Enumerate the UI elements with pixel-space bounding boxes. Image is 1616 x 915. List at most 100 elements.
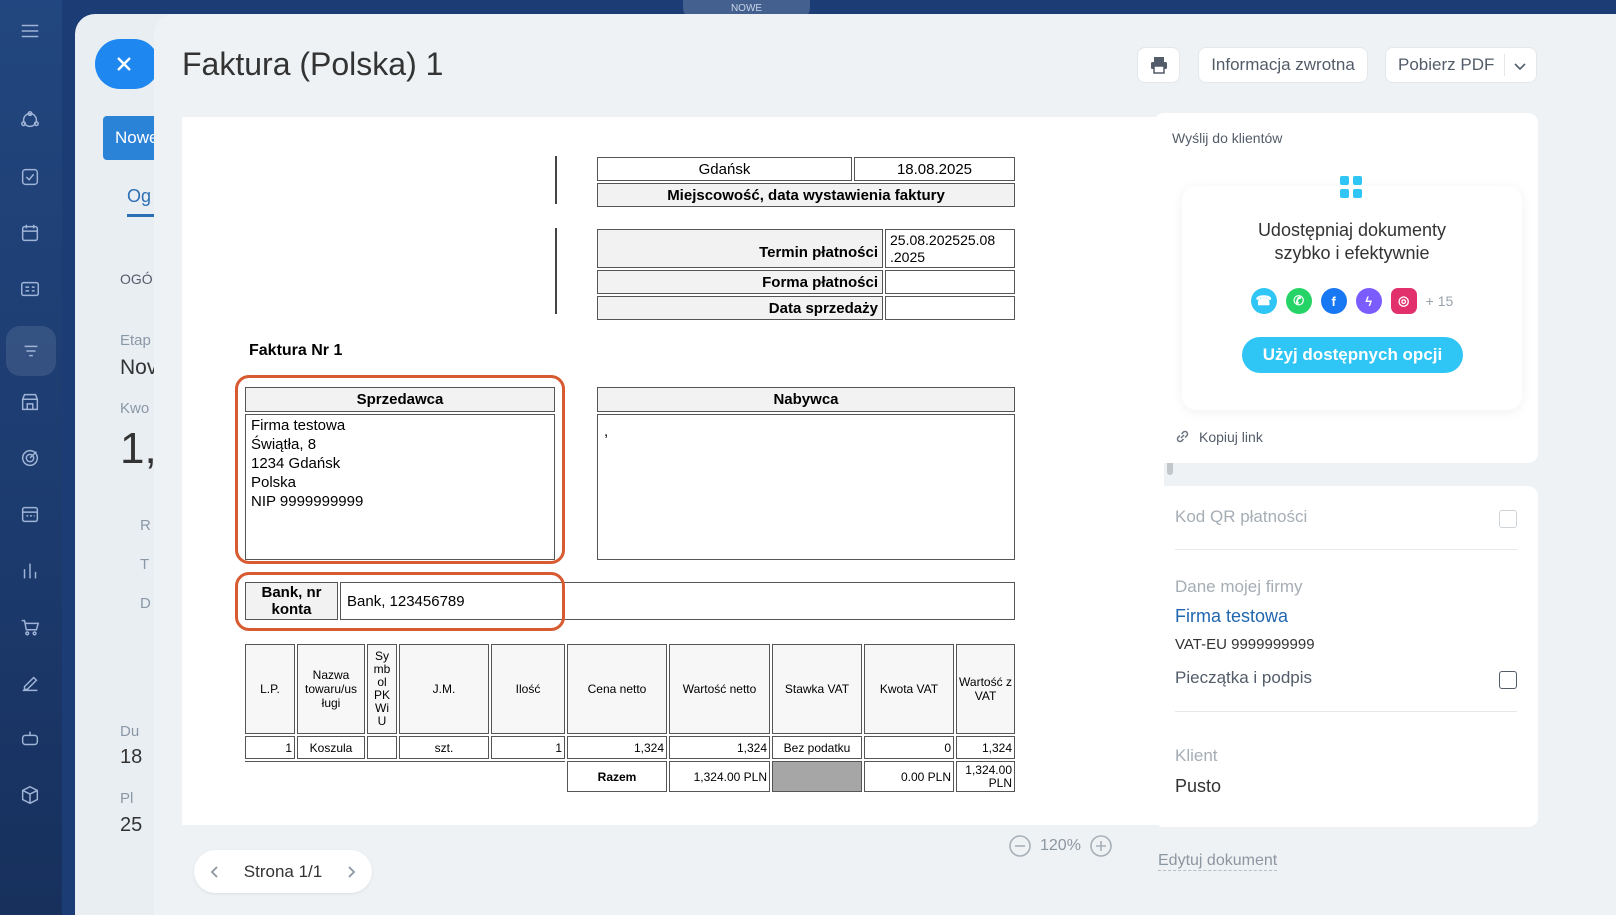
calendar-icon[interactable] xyxy=(17,220,43,246)
totals-row: Razem 1,324.00 PLN 0.00 PLN 1,324.00 PLN xyxy=(245,761,1015,792)
buyer-label: Nabywca xyxy=(597,387,1015,412)
due-value: 25.08.202525.08.2025 xyxy=(885,229,1015,268)
share-headline: Udostępniaj dokumenty szybko i efektywnie xyxy=(1257,220,1447,263)
total-gross: 1,324.00 PLN xyxy=(956,761,1015,792)
stamp-checkbox[interactable] xyxy=(1499,671,1517,689)
zoom-in-icon[interactable] xyxy=(1089,834,1113,858)
header-unit: J.M. xyxy=(399,644,489,734)
page-title: Faktura (Polska) 1 xyxy=(182,46,444,82)
total-vat-rate xyxy=(772,761,862,792)
bg-text: R xyxy=(140,517,151,534)
close-icon xyxy=(117,57,131,71)
robot-icon[interactable] xyxy=(17,726,43,752)
items-header-row: L.P. Nazwa towaru/us ługi Sy mb ol PK Wi U J.M.… xyxy=(245,644,1015,734)
qr-label: Kod QR płatności xyxy=(1175,507,1308,526)
sale-date-value xyxy=(885,296,1015,320)
share-promo: Udostępniaj dokumenty szybko i efektywnie… xyxy=(1182,176,1522,410)
whatsapp-icon[interactable]: ✆ xyxy=(1285,288,1312,314)
chevron-down-icon[interactable] xyxy=(1513,59,1527,73)
company-label: Dane mojej firmy xyxy=(1175,577,1303,596)
buyer-table: Nabywca , xyxy=(595,385,1017,562)
cell-unit: szt. xyxy=(399,736,489,759)
close-button[interactable] xyxy=(95,39,159,89)
vertical-line xyxy=(555,156,557,204)
send-title: Wyślij do klientów xyxy=(1172,130,1283,146)
bg-text: D xyxy=(140,595,151,612)
sale-date-label: Data sprzedaży xyxy=(597,296,883,320)
page-navigator: Strona 1/1 xyxy=(194,850,372,893)
place-date-label: Miejscowość, data wystawienia faktury xyxy=(597,183,1015,207)
facebook-icon[interactable]: f xyxy=(1320,288,1347,314)
section-label: OGÓ xyxy=(120,271,153,287)
table-row: 1 Koszula szt. 1 1,324 1,324 Bez podatku… xyxy=(245,736,1015,759)
chevron-left-icon[interactable] xyxy=(208,865,222,879)
issue-date: 18.08.2025 xyxy=(854,157,1015,181)
company-vat: VAT-EU 9999999999 xyxy=(1175,636,1315,653)
stamp-label: Pieczątka i podpis xyxy=(1175,668,1313,687)
feedback-button[interactable]: Informacja zwrotna xyxy=(1198,47,1368,83)
invoice-number: Faktura Nr 1 xyxy=(249,342,343,359)
buyer-details: , xyxy=(597,414,1015,560)
tab-overview[interactable]: Og xyxy=(127,186,151,207)
bg-text: 18 xyxy=(120,746,143,768)
cube-icon[interactable] xyxy=(17,782,43,808)
cell-gross: 1,324 xyxy=(956,736,1015,759)
store-icon[interactable] xyxy=(17,389,43,415)
target-icon[interactable] xyxy=(17,445,43,471)
bg-text: Pl xyxy=(120,790,134,807)
bg-text: 25 xyxy=(120,814,143,836)
messenger-list: ☎ ✆ f ϟ ◎ + 15 xyxy=(1182,288,1522,314)
page-indicator: Strona 1/1 xyxy=(243,861,323,881)
document-preview[interactable]: Gdańsk 18.08.2025 Miejscowość, data wyst… xyxy=(182,117,1164,825)
download-pdf-button[interactable]: Pobierz PDF xyxy=(1385,47,1537,83)
viber-icon[interactable]: ☎ xyxy=(1250,288,1277,314)
menu-icon[interactable] xyxy=(17,18,43,44)
tab-underline xyxy=(127,214,157,217)
qr-checkbox[interactable] xyxy=(1499,510,1517,528)
download-pdf-label: Pobierz PDF xyxy=(1398,55,1495,74)
client-label: Klient xyxy=(1175,746,1218,765)
filter-icon[interactable] xyxy=(6,326,56,376)
bg-text: T xyxy=(140,556,150,573)
print-button[interactable] xyxy=(1137,47,1180,83)
divider xyxy=(1504,54,1505,76)
messenger-icon[interactable]: ϟ xyxy=(1355,288,1382,314)
client-value: Pusto xyxy=(1175,776,1222,796)
place: Gdańsk xyxy=(597,157,852,181)
schedule-icon[interactable] xyxy=(17,501,43,527)
sign-icon[interactable] xyxy=(17,670,43,696)
contacts-icon[interactable] xyxy=(17,276,43,302)
copy-link[interactable]: Kopiuj link xyxy=(1174,428,1263,445)
header-vat-rate: Stawka VAT xyxy=(772,644,862,734)
tasks-icon[interactable] xyxy=(17,164,43,190)
cell-vat-rate: Bez podatku xyxy=(772,736,862,759)
edit-document-link[interactable]: Edytuj dokument xyxy=(1158,852,1278,871)
header-price: Cena netto xyxy=(567,644,667,734)
divider xyxy=(1175,711,1517,712)
zoom-control: 120% xyxy=(1008,834,1113,858)
items-table: L.P. Nazwa towaru/us ługi Sy mb ol PK Wi U J.M.… xyxy=(243,642,1017,794)
document-options-card: Kod QR płatności Dane mojej firmy Firma … xyxy=(1154,486,1538,827)
instagram-icon[interactable]: ◎ xyxy=(1390,288,1417,314)
header-gross: Wartość z VAT xyxy=(956,644,1015,734)
header-lp: L.P. xyxy=(245,644,295,734)
apps-icon xyxy=(1340,176,1362,198)
chevron-right-icon[interactable] xyxy=(344,865,358,879)
crm-icon[interactable] xyxy=(17,107,43,133)
divider xyxy=(1175,549,1517,550)
more-count[interactable]: + 15 xyxy=(1426,293,1454,309)
analytics-icon[interactable] xyxy=(17,558,43,584)
cell-price: 1,324 xyxy=(567,736,667,759)
company-name-link[interactable]: Firma testowa xyxy=(1175,606,1288,627)
left-navigation xyxy=(0,0,62,915)
seller-highlight xyxy=(235,375,565,564)
header-symbol: Sy mb ol PK Wi U xyxy=(367,644,397,734)
header-vat-amount: Kwota VAT xyxy=(864,644,954,734)
cell-net: 1,324 xyxy=(669,736,770,759)
total-vat: 0.00 PLN xyxy=(864,761,954,792)
cell-vat-amount: 0 xyxy=(864,736,954,759)
header-net: Wartość netto xyxy=(669,644,770,734)
cart-icon[interactable] xyxy=(17,614,43,640)
use-options-button[interactable]: Użyj dostępnych opcji xyxy=(1242,337,1463,373)
zoom-out-icon[interactable] xyxy=(1008,834,1032,858)
